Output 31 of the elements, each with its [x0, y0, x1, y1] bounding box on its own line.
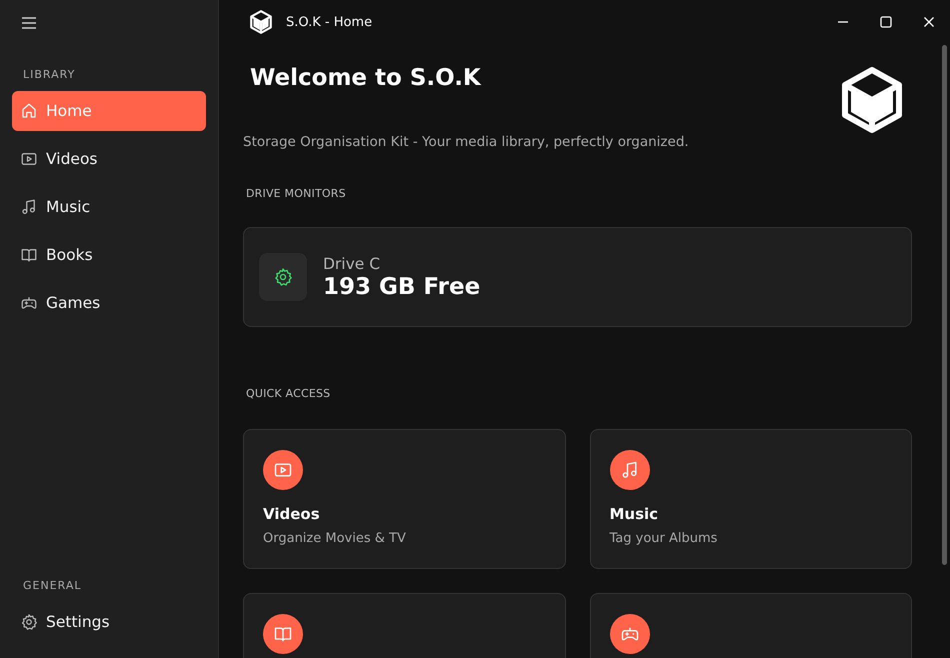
quick-access-card[interactable]: Music Tag your Albums — [590, 429, 912, 569]
card-subtitle: Organize Movies & TV — [263, 531, 407, 546]
scrollbar-thumb[interactable] — [942, 45, 947, 565]
page-subtitle: Storage Organisation Kit - Your media library, perfectly organized. — [243, 134, 690, 150]
window-title: S.O.K - Home — [286, 14, 372, 30]
book-icon — [20, 246, 38, 264]
sidebar-item[interactable]: Videos — [12, 139, 206, 179]
play-screen-icon — [20, 150, 38, 168]
card-title: Videos — [263, 505, 321, 523]
sidebar-item[interactable]: Books — [12, 235, 206, 275]
gear-icon — [273, 267, 293, 287]
menu-icon[interactable] — [20, 14, 38, 32]
drive-name: Drive C — [323, 254, 382, 272]
sidebar-item[interactable]: Games — [12, 283, 206, 323]
close-icon — [922, 16, 934, 28]
section-heading: QUICK ACCESS — [246, 387, 332, 400]
music-note-icon — [620, 460, 640, 480]
quick-access-card[interactable]: Videos Organize Movies & TV — [243, 429, 566, 569]
sidebar-item[interactable]: Music — [12, 187, 206, 227]
card-subtitle: Tag your Albums — [610, 531, 718, 546]
page-title: Welcome to S.O.K — [250, 65, 481, 91]
drive-free-space: 193 GB Free — [323, 274, 480, 300]
cube-logo-icon — [248, 9, 274, 35]
section-heading: GENERAL — [23, 579, 83, 592]
section-heading: DRIVE MONITORS — [246, 187, 347, 200]
section-heading: LIBRARY — [23, 68, 76, 81]
sidebar-item[interactable]: Settings — [12, 602, 206, 642]
card-title: Music — [610, 505, 660, 523]
maximize-icon — [880, 16, 892, 28]
music-note-icon — [20, 198, 38, 216]
house-icon — [20, 102, 38, 120]
